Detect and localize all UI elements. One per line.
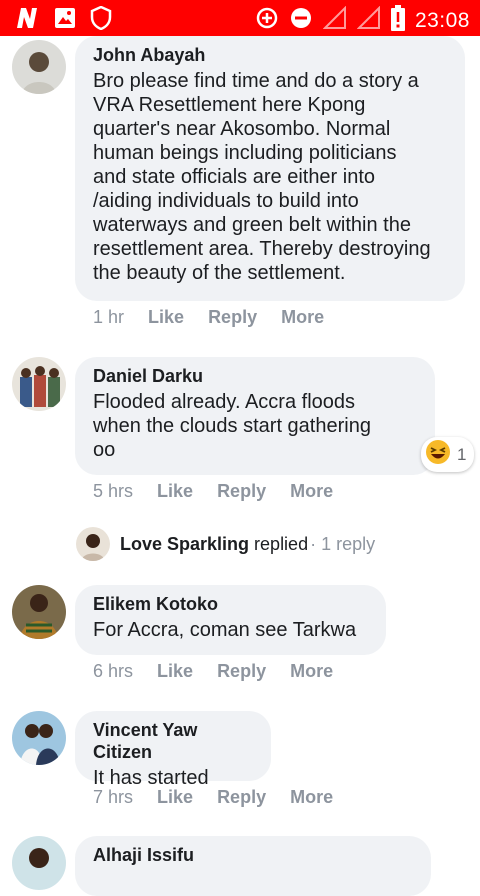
comment-author[interactable]: Elikem Kotoko	[93, 593, 368, 615]
view-replies-link[interactable]: Love Sparkling replied · 1 reply	[76, 527, 375, 561]
clock: 23:08	[414, 8, 470, 32]
like-button[interactable]: Like	[157, 661, 193, 682]
like-button[interactable]: Like	[157, 787, 193, 808]
reply-count: · 1 reply	[310, 533, 376, 554]
comment-actions: 1 hr Like Reply More	[93, 307, 348, 328]
like-button[interactable]: Like	[157, 481, 193, 502]
avatar[interactable]	[12, 40, 66, 94]
avatar[interactable]	[12, 711, 66, 765]
reaction-count: 1	[457, 444, 467, 464]
avatar[interactable]	[12, 585, 66, 639]
comment-author[interactable]: John Abayah	[93, 44, 447, 66]
comment-text: Bro please find time and do a story a VR…	[93, 70, 431, 284]
n-app-icon	[14, 6, 40, 35]
comment-time: 7 hrs	[93, 787, 134, 807]
comment-author[interactable]: Daniel Darku	[93, 365, 417, 387]
status-bar: 23:08	[0, 0, 480, 36]
comment-author[interactable]: Alhaji Issifu	[93, 844, 413, 866]
comment-bubble[interactable]: Vincent Yaw Citizen It has started	[75, 711, 271, 789]
comment-bubble[interactable]: Alhaji Issifu	[75, 836, 431, 896]
data-saver-icon	[255, 6, 279, 35]
like-button[interactable]: Like	[148, 307, 184, 328]
reply-verb: replied	[254, 533, 309, 554]
reply-button[interactable]: Reply	[217, 787, 266, 808]
gallery-icon	[54, 7, 76, 34]
comment-time: 6 hrs	[93, 661, 134, 681]
avatar[interactable]	[12, 357, 66, 411]
more-button[interactable]: More	[290, 787, 333, 808]
do-not-disturb-icon	[289, 6, 313, 35]
signal-icon-2	[356, 5, 381, 35]
reply-button[interactable]: Reply	[217, 661, 266, 682]
comment-time: 5 hrs	[93, 481, 134, 501]
comment-actions: 5 hrs Like Reply More	[93, 481, 357, 502]
battery-icon	[390, 5, 405, 36]
comment-bubble[interactable]: John Abayah Bro please find time and do …	[75, 36, 465, 301]
comment-actions: 6 hrs Like Reply More	[93, 661, 357, 682]
reply-button[interactable]: Reply	[208, 307, 257, 328]
shield-icon	[90, 5, 112, 35]
comment-bubble[interactable]: Daniel Darku Flooded already. Accra floo…	[75, 357, 435, 475]
comment-time: 1 hr	[93, 307, 125, 327]
haha-emoji-icon	[425, 439, 451, 470]
comment-text: Flooded already. Accra floods when the c…	[93, 391, 371, 461]
comment-bubble[interactable]: Elikem Kotoko For Accra, coman see Tarkw…	[75, 585, 386, 655]
reply-avatar	[76, 527, 110, 561]
more-button[interactable]: More	[290, 481, 333, 502]
reply-author: Love Sparkling	[120, 533, 250, 554]
more-button[interactable]: More	[281, 307, 324, 328]
comment-actions: 7 hrs Like Reply More	[93, 787, 357, 808]
avatar[interactable]	[12, 836, 66, 890]
reply-button[interactable]: Reply	[217, 481, 266, 502]
comment-author[interactable]: Vincent Yaw Citizen	[93, 719, 253, 763]
signal-icon	[322, 5, 347, 35]
more-button[interactable]: More	[290, 661, 333, 682]
reaction-badge[interactable]: 1	[421, 437, 475, 472]
comment-text: For Accra, coman see Tarkwa	[93, 619, 357, 641]
